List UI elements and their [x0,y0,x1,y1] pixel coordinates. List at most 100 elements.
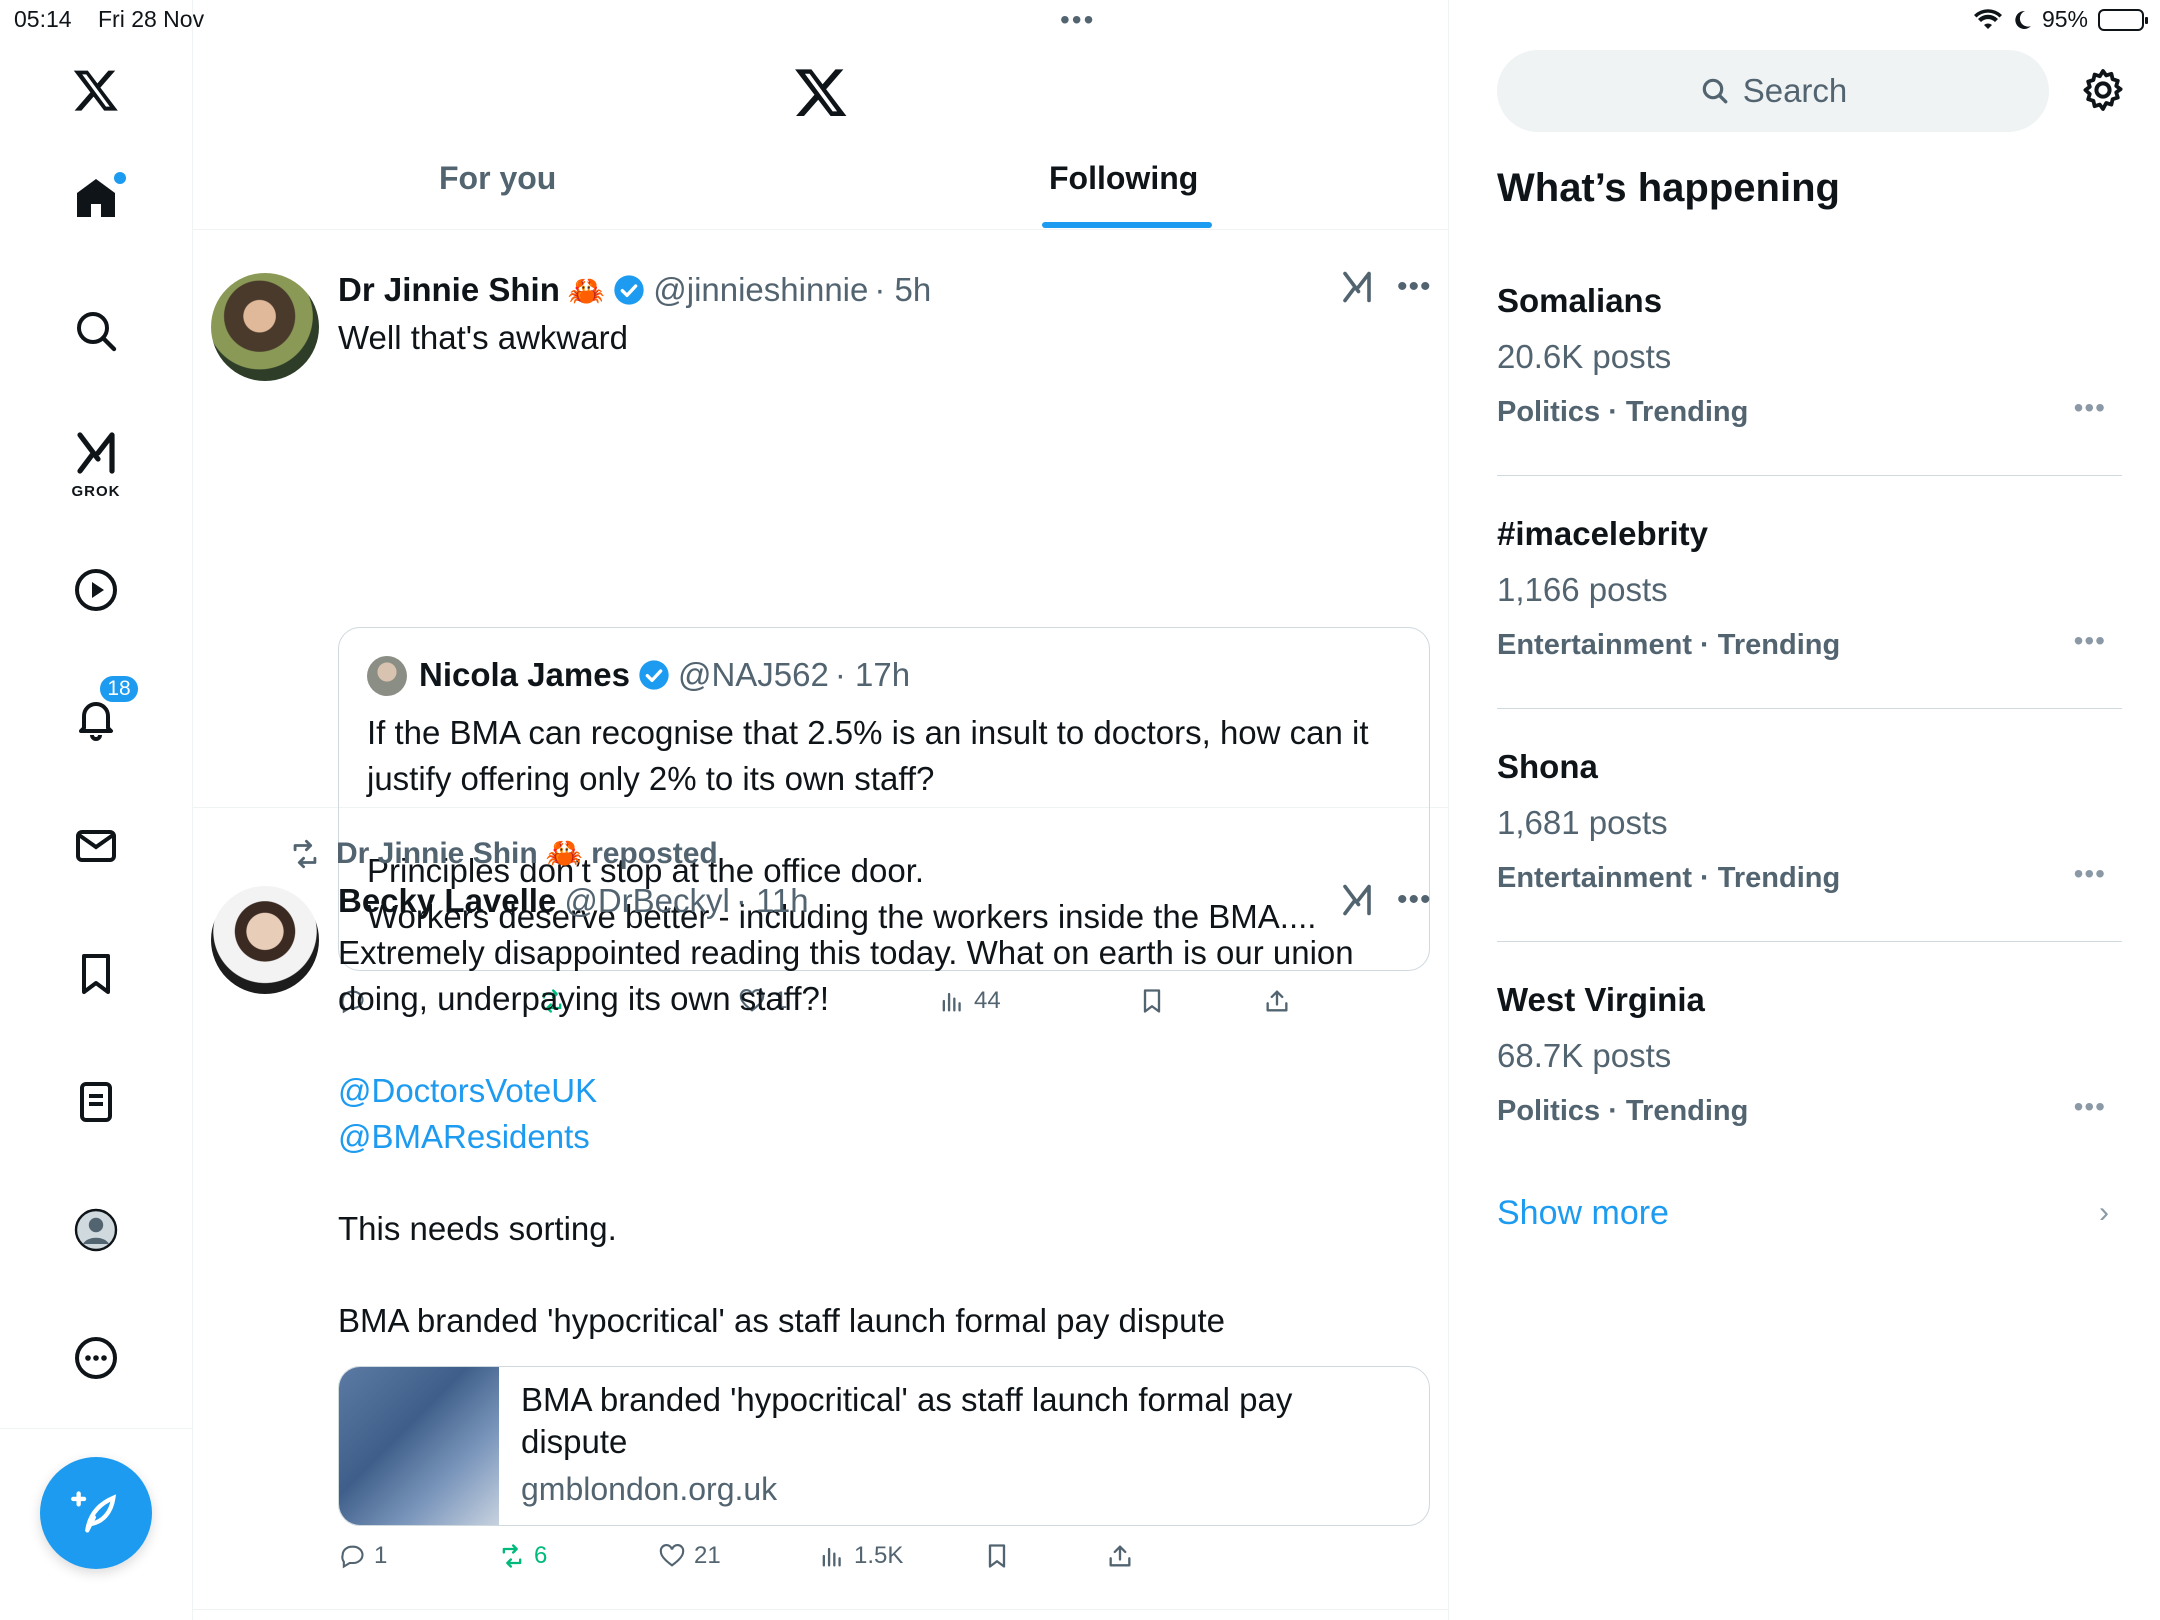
chevron-right-icon[interactable]: › [2099,1196,2109,1230]
search-input[interactable]: Search [1497,50,2049,132]
trend-name: West Virginia [1497,981,1705,1018]
post-actions: 1 6 21 1.5K [338,1542,1338,1582]
mention-link[interactable]: @DoctorsVoteUK [338,1068,597,1114]
reposted-by-emoji: 🦀 [545,837,584,870]
search-placeholder: Search [1742,72,1848,109]
lists-icon[interactable] [58,1064,134,1140]
trend-item[interactable]: Somalians 20.6K posts Politics · Trendin… [1497,282,2122,515]
trend-more-icon[interactable]: ••• [2074,858,2106,890]
avatar[interactable] [211,273,319,381]
link-card-title: BMA branded 'hypocritical' as staff laun… [521,1381,1293,1460]
notifications-badge: 18 [98,674,140,704]
profile-avatar-icon[interactable] [58,1192,134,1268]
repost-button[interactable]: 6 [498,1542,547,1570]
home-icon[interactable] [58,160,134,236]
messages-icon[interactable] [58,808,134,884]
trend-more-icon[interactable]: ••• [2074,625,2106,657]
notifications-icon[interactable]: 18 [58,674,140,756]
post-more-icon[interactable]: ••• [1397,883,1432,917]
bookmarks-icon[interactable] [58,936,134,1012]
compose-feather-icon [71,1491,117,1533]
link-card-image [339,1367,499,1525]
reposted-label: reposted [591,836,718,870]
author-name[interactable]: Becky Lavelle [338,882,556,920]
heart-icon [659,1544,685,1567]
bookmark-button[interactable] [983,1542,1011,1570]
grok-icon[interactable]: GROK [58,420,134,504]
more-options-icon[interactable] [58,1320,134,1396]
video-icon[interactable] [58,552,134,628]
trend-name: Shona [1497,748,1598,785]
nav-divider [0,1428,193,1429]
post-text: Well that's awkward [338,319,628,356]
main-feed: For you Following Dr Jinnie Shin 🦀 @jinn… [193,0,1449,1620]
feed-header: For you Following [193,0,1448,230]
trend-more-icon[interactable]: ••• [2074,392,2106,424]
avatar[interactable] [211,886,319,994]
post-text: Extremely disappointed reading this toda… [338,934,1363,1017]
trend-more-icon[interactable]: ••• [2074,1091,2106,1123]
compose-post-button[interactable] [40,1457,152,1569]
tab-following[interactable]: Following [1049,160,1198,197]
trend-count: 68.7K posts [1497,1037,1672,1074]
views-button[interactable]: 1.5K [818,1542,903,1570]
author-handle[interactable]: @DrBeckyl [564,882,730,920]
share-button[interactable] [1106,1542,1134,1570]
post-author-row: Dr Jinnie Shin 🦀 @jinnieshinnie · 5h [338,269,931,309]
reply-button[interactable]: 1 [338,1542,387,1570]
gear-icon[interactable] [2079,66,2127,114]
post-author-row: Becky Lavelle @DrBeckyl · 11h [338,882,809,920]
quoted-author-row: Nicola James @NAJ562 · 17h [419,654,910,694]
reply-count: 1 [374,1542,388,1569]
repost-count: 6 [534,1542,548,1569]
trend-category: Entertainment · Trending [1497,629,1841,661]
right-sidebar: Search What’s happening Somalians 20.6K … [1449,0,2160,1620]
reply-icon [341,1545,364,1569]
trend-item[interactable]: Shona 1,681 posts Entertainment · Trendi… [1497,748,2122,981]
repost-icon [293,839,317,868]
show-more-link[interactable]: Show more [1497,1194,1669,1233]
link-card[interactable]: BMA branded 'hypocritical' as staff laun… [338,1366,1430,1526]
tab-for-you[interactable]: For you [439,160,556,197]
active-tab-indicator [1042,222,1212,228]
like-count: 21 [694,1542,721,1569]
trend-divider [1497,708,2122,709]
bookmark-icon [988,1544,1006,1568]
author-handle[interactable]: @jinnieshinnie [653,271,868,309]
quoted-author-handle: @NAJ562 [677,656,829,693]
views-icon [822,1547,841,1567]
post-tools: ••• [1339,269,1432,305]
grok-label: GROK [71,483,121,500]
quoted-author-name: Nicola James [419,656,630,693]
view-count: 1.5K [854,1542,904,1569]
grok-icon[interactable] [1339,882,1375,918]
trend-category: Politics · Trending [1497,1095,1749,1127]
post[interactable]: Dr Jinnie Shin 🦀 reposted Becky Lavelle … [193,808,1448,1610]
post-more-icon[interactable]: ••• [1397,270,1432,304]
trend-category: Entertainment · Trending [1497,862,1841,894]
x-logo-icon[interactable] [58,52,134,128]
link-card-domain: gmblondon.org.uk [521,1471,778,1507]
post-time: · 11h [735,882,809,919]
like-button[interactable]: 21 [658,1542,721,1570]
trend-category: Politics · Trending [1497,396,1749,428]
author-emoji: 🦀 [567,275,606,308]
share-icon [1109,1545,1131,1567]
trend-name: #imacelebrity [1497,515,1708,552]
trend-divider [1497,941,2122,942]
grok-icon[interactable] [1339,269,1375,305]
trend-count: 1,166 posts [1497,571,1668,608]
author-name[interactable]: Dr Jinnie Shin [338,271,560,309]
left-navigation: GROK 18 [0,0,193,1620]
post[interactable]: Dr Jinnie Shin 🦀 @jinnieshinnie · 5h •••… [193,245,1448,1014]
trend-item[interactable]: #imacelebrity 1,166 posts Entertainment … [1497,515,2122,748]
reposted-by-name[interactable]: Dr Jinnie Shin [336,837,538,871]
trend-item[interactable]: West Virginia 68.7K posts Politics · Tre… [1497,981,2122,1214]
whats-happening-title: What’s happening [1497,166,1840,210]
repost-indicator: Dr Jinnie Shin 🦀 reposted [288,836,718,871]
quoted-post-time: · 17h [834,656,911,693]
search-icon[interactable] [58,293,134,369]
quoted-avatar [367,656,407,696]
mention-link[interactable]: @BMAResidents [338,1114,590,1160]
search-icon [1702,78,1728,104]
